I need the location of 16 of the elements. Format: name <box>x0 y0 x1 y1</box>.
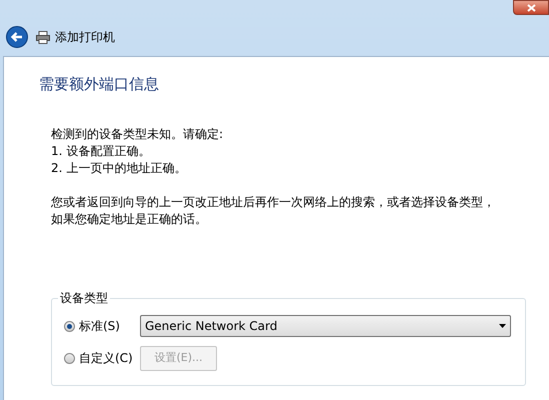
page-heading: 需要额外端口信息 <box>39 74 160 95</box>
instruction-line: 2. 上一页中的地址正确。 <box>51 160 188 176</box>
radio-button[interactable] <box>64 320 75 332</box>
instruction-line: 检测到的设备类型未知。请确定: <box>51 126 224 142</box>
dropdown-arrow-icon <box>499 324 506 328</box>
back-button[interactable] <box>6 26 28 48</box>
close-button[interactable] <box>513 0 549 15</box>
group-legend: 设备类型 <box>58 290 110 306</box>
close-icon <box>526 4 536 12</box>
printer-icon <box>36 30 50 44</box>
radio-label: 标准(S) <box>79 318 120 335</box>
device-type-dropdown[interactable]: Generic Network Card <box>140 315 511 337</box>
instruction-line: 1. 设备配置正确。 <box>51 142 152 160</box>
radio-label: 自定义(C) <box>79 350 133 367</box>
window-title: 添加打印机 <box>55 29 115 46</box>
instruction-text: 您或者返回到向导的上一页改正地址后再作一次网络上的搜索，或者选择设备类型，如果您确定地址是正确的话。 <box>51 194 496 228</box>
